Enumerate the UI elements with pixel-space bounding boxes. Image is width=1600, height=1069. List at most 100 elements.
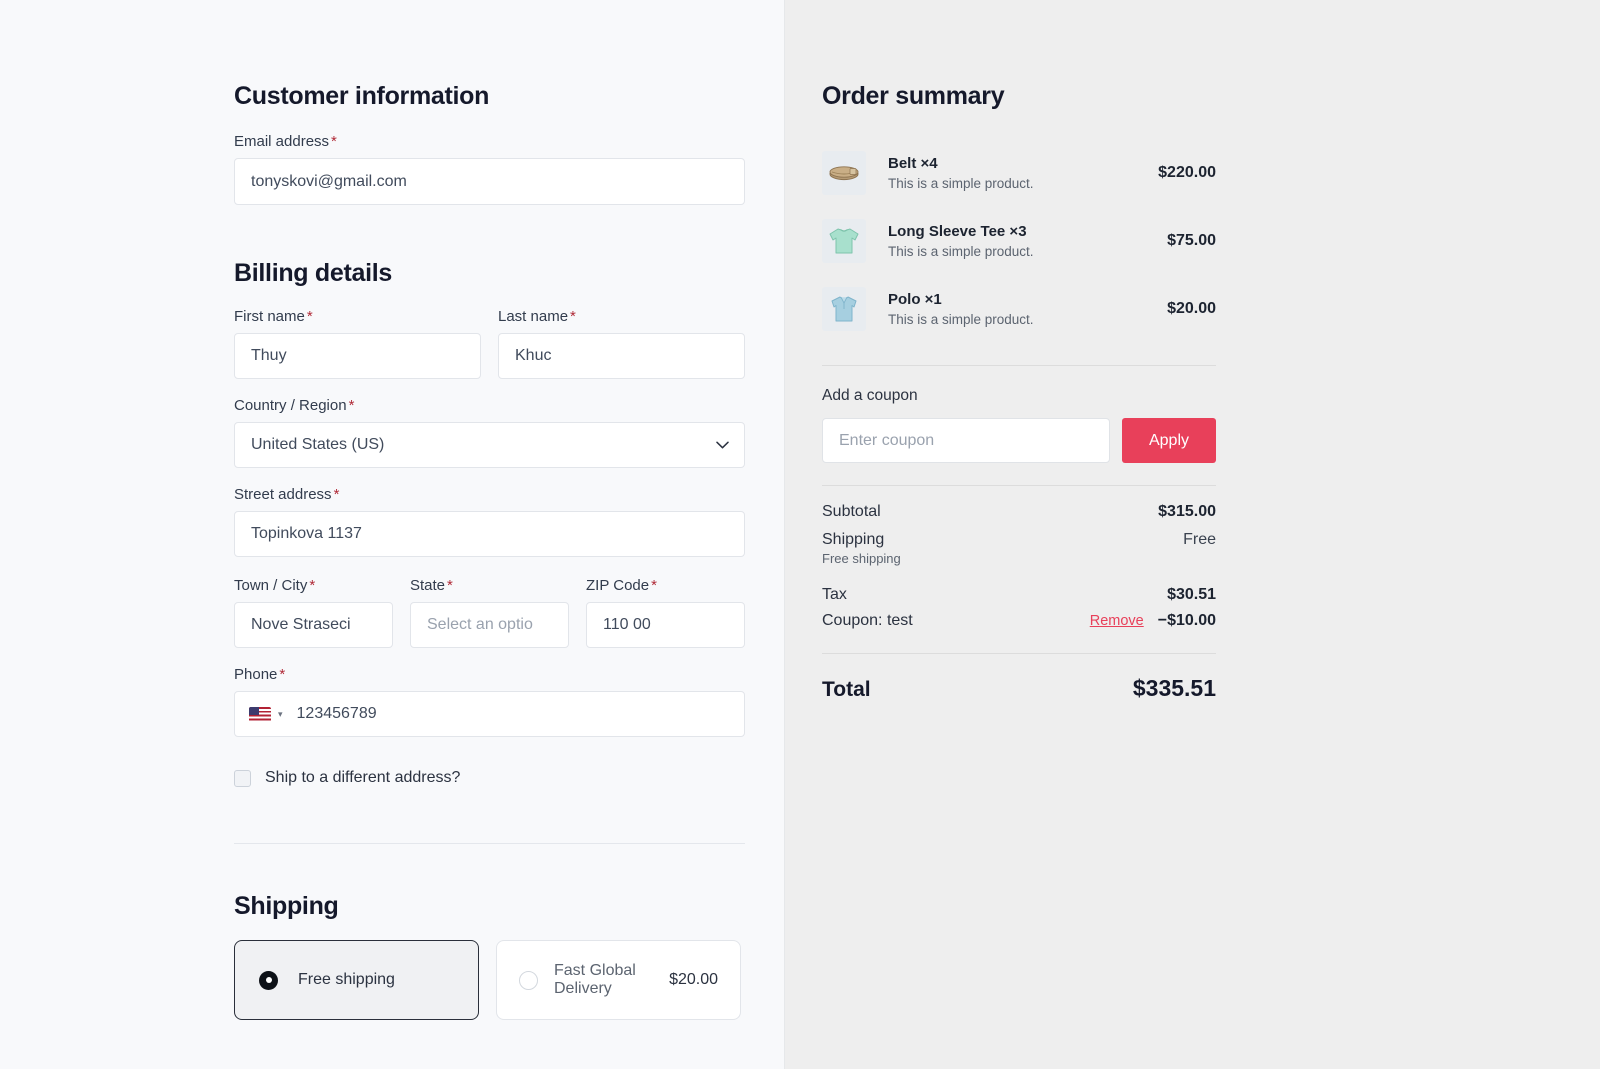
customer-information-title: Customer information xyxy=(234,82,490,110)
order-item-description: This is a simple product. xyxy=(888,312,1034,327)
totals-block: Subtotal $315.00 Shipping Free Free ship… xyxy=(822,503,1216,630)
order-item-name: Long Sleeve Tee ×3 xyxy=(888,223,1027,240)
city-label: Town / City * xyxy=(234,577,393,594)
tax-value: $30.51 xyxy=(1167,586,1216,603)
last-name-label-text: Last name xyxy=(498,308,569,325)
required-asterisk: * xyxy=(306,308,313,325)
order-item-row: Polo ×1 This is a simple product. $20.00 xyxy=(822,275,1216,343)
long-sleeve-tee-thumbnail-icon xyxy=(822,219,866,263)
order-item-name: Polo ×1 xyxy=(888,291,942,308)
first-name-input[interactable]: Thuy xyxy=(234,333,481,379)
last-name-input[interactable]: Khuc xyxy=(498,333,745,379)
total-value: $335.51 xyxy=(1132,675,1216,701)
polo-thumbnail-icon xyxy=(822,287,866,331)
state-select[interactable]: Select an optio xyxy=(410,602,569,648)
phone-label-text: Phone xyxy=(234,666,278,683)
subtotal-label: Subtotal xyxy=(822,503,881,520)
billing-details-title: Billing details xyxy=(234,259,393,287)
subtotal-row: Subtotal $315.00 xyxy=(822,503,1216,521)
tax-row: Tax $30.51 xyxy=(822,586,1216,604)
phone-label: Phone * xyxy=(234,666,745,683)
street-address-input[interactable]: Topinkova 1137 xyxy=(234,511,745,557)
zip-group: ZIP Code * 110 00 xyxy=(586,577,745,648)
subtotal-value: $315.00 xyxy=(1158,503,1216,520)
ship-different-address-row[interactable]: Ship to a different address? xyxy=(234,769,745,787)
country-select-wrapper[interactable]: United States (US) xyxy=(234,422,745,468)
coupon-divider xyxy=(822,365,1216,366)
order-item-name: Belt ×4 xyxy=(888,155,938,172)
remove-coupon-link[interactable]: Remove xyxy=(1090,613,1144,629)
city-state-zip-row: Town / City * Nove Straseci State * Select… xyxy=(234,577,745,648)
street-address-group: Street address * Topinkova 1137 xyxy=(234,486,745,557)
first-name-group: First name * Thuy xyxy=(234,308,481,379)
checkout-form-panel: Customer information Email address * tony… xyxy=(0,0,784,1069)
us-flag-icon xyxy=(249,706,271,722)
radio-selected-icon[interactable] xyxy=(259,970,278,990)
grand-total-row: Total $335.51 xyxy=(822,675,1216,702)
grand-total-divider xyxy=(822,653,1216,654)
required-asterisk: * xyxy=(447,577,453,594)
country-group: Country / Region * United States (US) xyxy=(234,397,745,468)
coupon-applied-label: Coupon: test xyxy=(822,612,913,629)
email-field-group: Email address * tonyskovi@gmail.com xyxy=(234,133,745,205)
order-item-price: $20.00 xyxy=(1167,300,1216,317)
coupon-applied-right: Remove −$10.00 xyxy=(1090,612,1216,630)
radio-unselected-icon[interactable] xyxy=(519,970,538,990)
shipping-option-fast-global[interactable]: Fast Global Delivery $20.00 xyxy=(496,940,741,1020)
order-item-description: This is a simple product. xyxy=(888,176,1034,191)
coupon-input[interactable]: Enter coupon xyxy=(822,418,1110,463)
shipping-row: Shipping Free xyxy=(822,531,1216,549)
country-select[interactable]: United States (US) xyxy=(234,422,745,468)
state-label: State * xyxy=(410,577,569,594)
shipping-option-label: Fast Global Delivery xyxy=(554,961,636,997)
coupon-discount-value: −$10.00 xyxy=(1157,612,1216,629)
country-label-text: Country / Region xyxy=(234,397,347,414)
shipping-title: Shipping xyxy=(234,892,339,920)
required-asterisk: * xyxy=(348,397,355,414)
coupon-row: Enter coupon Apply xyxy=(822,418,1216,463)
order-item-row: Belt ×4 This is a simple product. $220.0… xyxy=(822,139,1216,207)
phone-number-value: 123456789 xyxy=(296,705,377,722)
shipping-options: Free shipping Fast Global Delivery $20.0… xyxy=(234,940,745,1020)
order-item-info: Long Sleeve Tee ×3 This is a simple prod… xyxy=(888,223,1122,259)
state-group: State * Select an optio xyxy=(410,577,569,648)
phone-input[interactable]: ▾ 123456789 xyxy=(234,691,745,737)
caret-down-icon[interactable]: ▾ xyxy=(278,709,283,719)
zip-label: ZIP Code * xyxy=(586,577,745,594)
order-items-list: Belt ×4 This is a simple product. $220.0… xyxy=(822,139,1216,343)
zip-label-text: ZIP Code xyxy=(586,577,650,594)
shipping-value: Free xyxy=(1183,531,1216,548)
shipping-option-price: $20.00 xyxy=(669,971,718,988)
panel-divider xyxy=(784,0,785,1069)
state-label-text: State xyxy=(410,577,446,594)
last-name-label: Last name * xyxy=(498,308,745,325)
street-address-label: Street address * xyxy=(234,486,745,503)
required-asterisk: * xyxy=(651,577,657,594)
first-name-label-text: First name xyxy=(234,308,305,325)
shipping-method-note: Free shipping xyxy=(822,551,901,566)
order-summary-panel: Order summary Belt ×4 This is a simple p… xyxy=(784,0,1600,1069)
required-asterisk: * xyxy=(333,486,340,503)
zip-input[interactable]: 110 00 xyxy=(586,602,745,648)
required-asterisk: * xyxy=(309,577,316,594)
email-label-text: Email address xyxy=(234,133,330,150)
required-asterisk: * xyxy=(331,133,337,150)
shipping-option-free[interactable]: Free shipping xyxy=(234,940,479,1020)
checkout-page: Customer information Email address * tony… xyxy=(0,0,1600,1069)
apply-coupon-button[interactable]: Apply xyxy=(1122,418,1216,463)
city-group: Town / City * Nove Straseci xyxy=(234,577,393,648)
city-input[interactable]: Nove Straseci xyxy=(234,602,393,648)
email-input[interactable]: tonyskovi@gmail.com xyxy=(234,158,745,205)
email-label: Email address * xyxy=(234,133,745,150)
totals-divider xyxy=(822,485,1216,486)
order-item-row: Long Sleeve Tee ×3 This is a simple prod… xyxy=(822,207,1216,275)
add-coupon-label: Add a coupon xyxy=(822,387,918,404)
order-item-info: Belt ×4 This is a simple product. xyxy=(888,155,1122,191)
total-label: Total xyxy=(822,678,871,701)
order-item-price: $75.00 xyxy=(1167,232,1216,249)
tax-label: Tax xyxy=(822,586,847,603)
order-item-info: Polo ×1 This is a simple product. xyxy=(888,291,1122,327)
ship-different-address-checkbox[interactable] xyxy=(234,769,251,787)
section-divider xyxy=(234,843,745,844)
city-label-text: Town / City xyxy=(234,577,308,594)
